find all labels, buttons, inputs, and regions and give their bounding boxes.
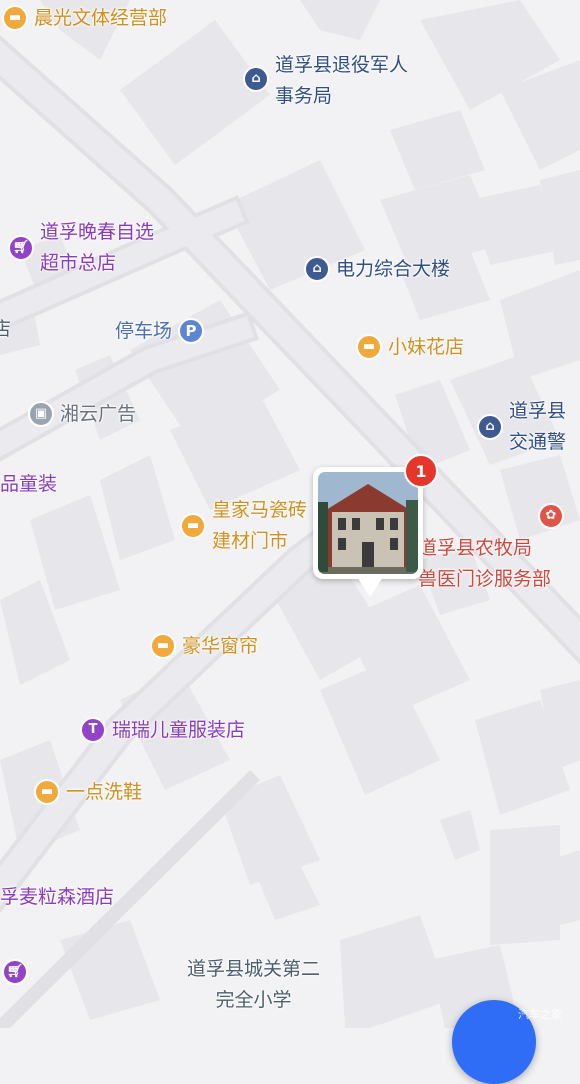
poi-ruirui-kids[interactable]: T 瑞瑞儿童服装店	[80, 717, 245, 743]
government-icon: ⌂	[243, 66, 269, 92]
government-icon: ⌂	[477, 414, 503, 440]
poi-power-building[interactable]: ⌂ 电力综合大楼	[304, 256, 450, 282]
poi-xiangyun-ads-label: 湘云广告	[60, 403, 137, 425]
poi-left-edge-label: 店	[0, 318, 12, 340]
building-photo	[318, 472, 418, 574]
shop-icon: ▬	[2, 5, 28, 31]
poi-cart-bottom[interactable]: 🛒︎	[2, 959, 28, 985]
shop-icon: ▬	[150, 633, 176, 659]
poi-kids-clothing-left[interactable]: 品童装	[0, 471, 57, 497]
poi-kids-clothing-left-label: 品童装	[0, 473, 58, 495]
poi-shoe-wash[interactable]: ▬ 一点洗鞋	[34, 779, 142, 805]
poi-wanchun-supermarket-label: 道孚晚春自选 超市总店	[40, 221, 155, 274]
poi-hotel-label: 孚麦粒森酒店	[0, 886, 115, 908]
poi-vet-clinic-marker[interactable]: ✿	[538, 503, 564, 529]
poi-school[interactable]: 道孚县城关第二 完全小学	[187, 954, 320, 1016]
poi-ruirui-kids-label: 瑞瑞儿童服装店	[112, 719, 246, 741]
paw-icon: ✿	[538, 503, 564, 529]
poi-parking[interactable]: 停车场 P	[115, 318, 205, 344]
poi-power-building-label: 电力综合大楼	[336, 258, 451, 280]
poi-royal-tiles-label: 皇家马瓷砖 建材门市	[212, 499, 308, 552]
watermark: 汽车之家	[518, 1008, 562, 1021]
poi-shoe-wash-label: 一点洗鞋	[66, 781, 143, 803]
poi-school-label: 道孚县城关第二 完全小学	[187, 958, 321, 1011]
photo-thumbnail	[318, 472, 418, 574]
shop-icon: ▬	[356, 334, 382, 360]
poi-left-edge[interactable]: 店	[0, 316, 11, 342]
shop-icon: ▬	[34, 779, 60, 805]
poi-vet-clinic[interactable]: 道孚县农牧局 兽医门诊服务部	[418, 503, 551, 595]
poi-xiaomei-florist[interactable]: ▬ 小妹花店	[356, 334, 464, 360]
poi-wanchun-supermarket[interactable]: 🛒︎ 道孚晚春自选 超市总店	[8, 219, 154, 279]
briefcase-icon: ▣	[28, 401, 54, 427]
poi-traffic-police-label: 道孚县 交通警	[509, 400, 567, 453]
poi-parking-label: 停车场	[115, 320, 173, 342]
cart-icon: 🛒︎	[8, 235, 34, 261]
shop-icon: ▬	[180, 513, 206, 539]
shirt-icon: T	[80, 717, 106, 743]
poi-traffic-police[interactable]: ⌂ 道孚县 交通警	[477, 398, 566, 458]
poi-xiangyun-ads[interactable]: ▣ 湘云广告	[28, 401, 136, 427]
poi-vet-clinic-label: 道孚县农牧局 兽医门诊服务部	[418, 537, 552, 590]
poi-luxury-curtains[interactable]: ▬ 豪华窗帘	[150, 633, 258, 659]
parking-icon: P	[178, 318, 205, 344]
poi-hotel[interactable]: 孚麦粒森酒店	[0, 884, 114, 910]
poi-royal-tiles[interactable]: ▬ 皇家马瓷砖 建材门市	[180, 497, 307, 557]
building-icon: ⌂	[304, 256, 330, 282]
photo-count-badge: 1	[404, 454, 438, 488]
poi-luxury-curtains-label: 豪华窗帘	[182, 635, 259, 657]
photo-marker[interactable]	[313, 467, 423, 597]
cart-icon: 🛒︎	[2, 959, 28, 985]
poi-xiaomei-florist-label: 小妹花店	[388, 336, 465, 358]
photo-marker-pointer	[357, 577, 383, 597]
poi-chenguang-label: 晨光文体经营部	[34, 7, 168, 29]
poi-chenguang[interactable]: ▬ 晨光文体经营部	[2, 5, 167, 31]
poi-veterans-affairs-label: 道孚县退役军人 事务局	[275, 54, 409, 107]
poi-veterans-affairs[interactable]: ⌂ 道孚县退役军人 事务局	[243, 52, 408, 112]
